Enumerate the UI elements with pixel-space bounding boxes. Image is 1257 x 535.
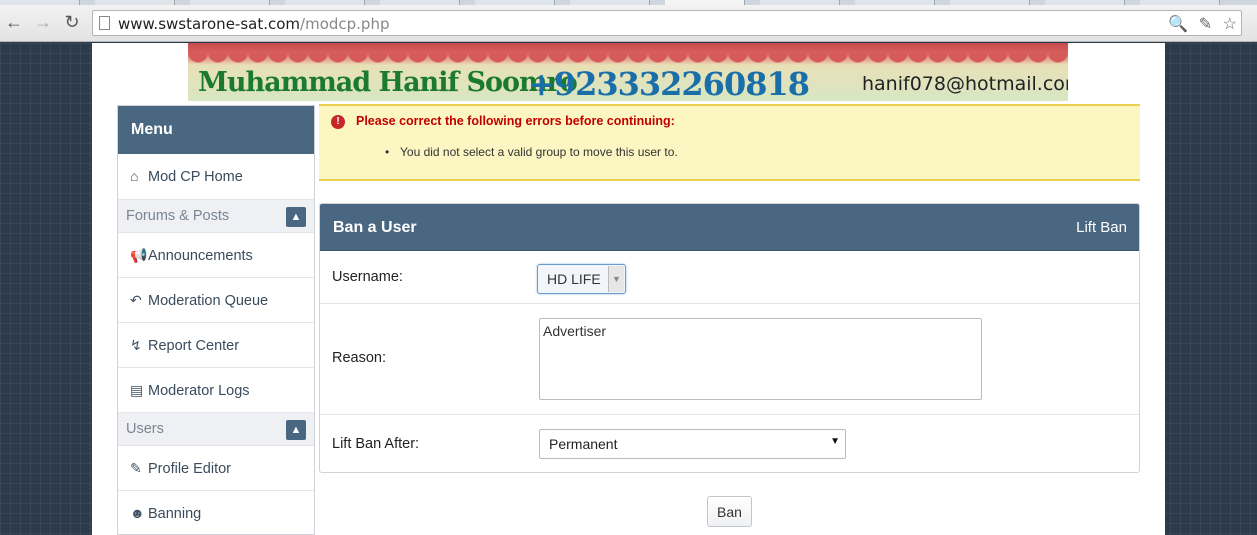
lift-after-value: Permanent <box>549 436 618 452</box>
zoom-icon[interactable]: 🔍 <box>1168 16 1188 33</box>
extension-icon[interactable]: ✎ <box>1199 16 1212 33</box>
lightning-icon: ↯ <box>130 337 142 353</box>
sidebar-item-moderator-logs[interactable]: ▤ Moderator Logs <box>118 368 314 413</box>
sidebar-item-label: Mod CP Home <box>148 169 243 185</box>
collapse-button[interactable]: ▲ <box>286 207 306 227</box>
reply-all-icon: ↶ <box>130 292 142 308</box>
reason-row: Reason: Advertiser <box>320 304 1139 415</box>
page-icon <box>99 16 110 30</box>
banner-email: hanif078@hotmail.com <box>862 73 1068 95</box>
sidebar-item-modcp-home[interactable]: ⌂ Mod CP Home <box>118 154 314 200</box>
sidebar-item-label: Profile Editor <box>148 461 232 477</box>
reason-label: Reason: <box>332 350 387 366</box>
sidebar-item-label: Moderation Queue <box>148 293 269 309</box>
error-icon: ! <box>331 115 345 129</box>
username-row: Username: HD LIFE ▼ <box>320 251 1139 304</box>
forward-arrow-icon[interactable]: → <box>32 11 54 33</box>
users-icon: ☻ <box>130 505 145 521</box>
lift-after-label: Lift Ban After: <box>332 436 420 452</box>
collapse-button[interactable]: ▲ <box>286 420 306 440</box>
panel-title: Ban a User <box>333 219 417 236</box>
sidebar-item-announcements[interactable]: 📢Announcements <box>118 233 314 278</box>
dropdown-arrow-icon[interactable]: ▼ <box>608 266 624 292</box>
modcp-sidebar: Menu ⌂ Mod CP Home Forums & Posts ▲ 📢Anno… <box>117 105 315 535</box>
error-title: Please correct the following errors befo… <box>356 114 675 128</box>
username-value: HD LIFE <box>547 271 601 287</box>
sidebar-item-label: Announcements <box>148 248 253 264</box>
chevron-up-icon: ▲ <box>290 211 302 223</box>
url-text: www.swstarone-sat.com/modcp.php <box>118 15 389 33</box>
header-banner: Muhammad Hanif Soomro +923332260818 hani… <box>188 43 1068 101</box>
lift-ban-link[interactable]: Lift Ban <box>1076 219 1127 236</box>
reload-icon[interactable]: ↻ <box>61 11 83 33</box>
edit-icon: ✎ <box>130 460 142 476</box>
tab-strip <box>0 0 1257 5</box>
lift-after-row: Lift Ban After: Permanent ▼ <box>320 415 1139 472</box>
ban-button[interactable]: Ban <box>707 496 752 527</box>
url-host: www.swstarone-sat.com <box>118 15 301 33</box>
error-item: You did not select a valid group to move… <box>400 145 678 159</box>
sidebar-item-label: Banning <box>148 506 202 522</box>
address-bar[interactable]: www.swstarone-sat.com/modcp.php 🔍 ✎ ☆ <box>92 10 1242 36</box>
section-label: Forums & Posts <box>126 208 230 224</box>
sidebar-item-banning[interactable]: ☻ Banning <box>118 491 314 535</box>
ban-user-panel: Ban a User Lift Ban Username: HD LIFE ▼ … <box>319 203 1140 473</box>
back-arrow-icon[interactable]: ← <box>3 11 25 33</box>
username-select[interactable]: HD LIFE ▼ <box>537 264 626 294</box>
lift-after-select[interactable]: Permanent ▼ <box>539 429 846 459</box>
banner-name: Muhammad Hanif Soomro <box>198 67 578 98</box>
section-label: Users <box>126 421 164 437</box>
sidebar-item-profile-editor[interactable]: ✎ Profile Editor <box>118 446 314 491</box>
book-icon: ▤ <box>130 382 144 398</box>
sidebar-item-moderation-queue[interactable]: ↶ Moderation Queue <box>118 278 314 323</box>
banner-phone: +923332260818 <box>528 65 810 101</box>
url-path: /modcp.php <box>300 15 390 33</box>
section-users: Users ▲ <box>118 413 314 446</box>
panel-header: Ban a User Lift Ban <box>320 204 1139 251</box>
sidebar-item-label: Moderator Logs <box>148 383 250 399</box>
browser-toolbar: ← → ↻ www.swstarone-sat.com/modcp.php 🔍 … <box>0 0 1257 42</box>
home-icon: ⌂ <box>130 168 139 184</box>
menu-title: Menu <box>118 106 314 154</box>
dropdown-arrow-icon: ▼ <box>830 436 840 447</box>
megaphone-icon: 📢 <box>130 247 148 263</box>
reason-textarea[interactable]: Advertiser <box>539 318 982 400</box>
username-label: Username: <box>332 269 403 285</box>
section-forums-posts: Forums & Posts ▲ <box>118 200 314 233</box>
sidebar-item-report-center[interactable]: ↯ Report Center <box>118 323 314 368</box>
error-message-box: ! Please correct the following errors be… <box>319 104 1140 181</box>
bullet-icon: • <box>385 145 390 159</box>
error-list: • You did not select a valid group to mov… <box>385 145 678 159</box>
chevron-up-icon: ▲ <box>290 424 302 436</box>
star-icon[interactable]: ☆ <box>1223 16 1237 33</box>
sidebar-item-label: Report Center <box>148 338 240 354</box>
